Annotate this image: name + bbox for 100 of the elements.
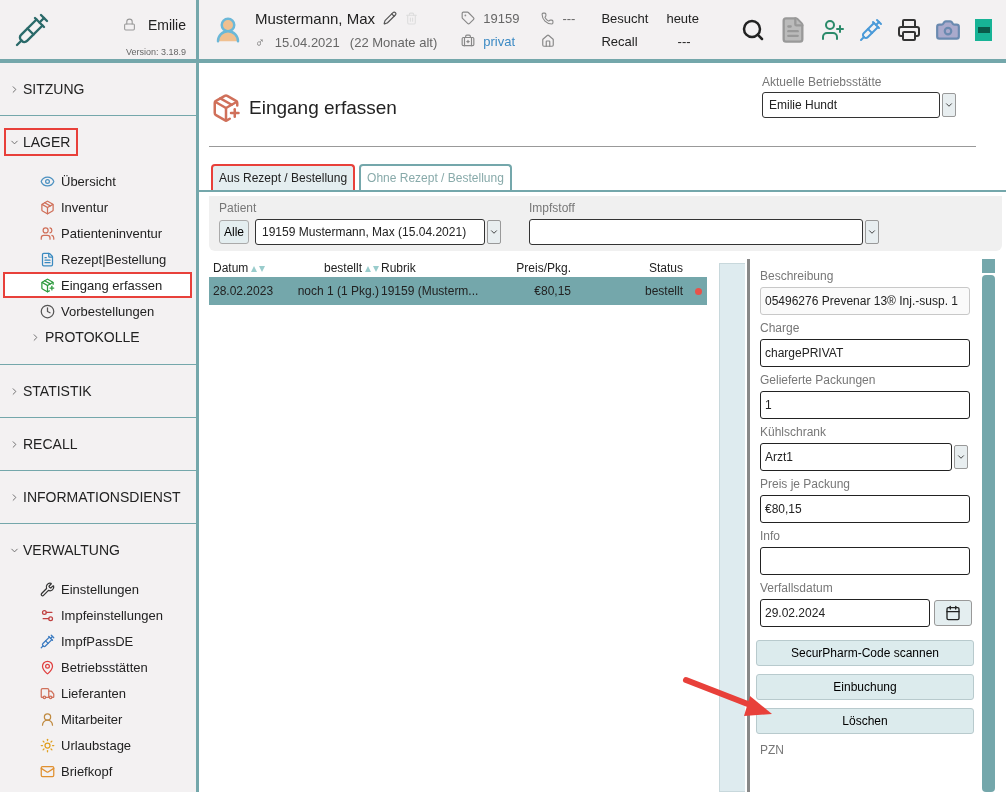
scrollbar[interactable]	[982, 259, 995, 792]
page-title: Eingang erfassen	[249, 97, 397, 119]
action-button[interactable]: SecurPharm-Code scannen	[756, 640, 974, 666]
patient-select[interactable]: 19159 Mustermann, Max (15.04.2021)	[255, 219, 485, 245]
column-header: Status	[647, 261, 684, 275]
column-header[interactable]: Datum	[213, 261, 285, 275]
input-field[interactable]: €80,15	[760, 495, 970, 523]
section-toggle[interactable]: RECALL	[4, 430, 86, 458]
menu-item[interactable]: Betriebsstätten	[3, 654, 192, 680]
truck-icon	[40, 685, 55, 701]
insurance-label: privat	[483, 33, 516, 49]
location-select[interactable]: Emilie Hundt	[762, 92, 940, 118]
phone-icon	[541, 12, 555, 25]
all-button[interactable]: Alle	[219, 220, 249, 244]
column-header: Rubrik	[381, 261, 417, 275]
field-label: Gelieferte Packungen	[760, 373, 877, 387]
field-label: Beschreibung	[760, 269, 835, 283]
menu-item[interactable]: Lieferanten	[3, 680, 192, 706]
dropdown-button[interactable]	[954, 445, 968, 469]
dropdown-button[interactable]	[865, 220, 879, 244]
visited-label: Besucht	[601, 10, 649, 26]
dropdown-button[interactable]	[487, 220, 501, 244]
sort-icon	[251, 264, 266, 272]
eye-icon	[40, 173, 55, 189]
vaccine-label: Impfstoff	[529, 201, 576, 215]
section-toggle[interactable]: INFORMATIONSDIENST	[4, 483, 189, 511]
search-icon[interactable]	[741, 17, 765, 42]
phone-number: ---	[562, 11, 576, 26]
action-button[interactable]: Einbuchung	[756, 674, 974, 700]
menu-item[interactable]: Impfeinstellungen	[3, 602, 192, 628]
recall-value: ---	[677, 33, 691, 49]
input-field[interactable]	[760, 547, 970, 575]
select-field[interactable]: Arzt1	[760, 443, 952, 471]
caret-icon	[867, 227, 877, 237]
field-label: Kühlschrank	[760, 425, 828, 439]
dropdown-button[interactable]	[942, 93, 956, 117]
input-field[interactable]: 1	[760, 391, 970, 419]
table-cell-text: noch 1 (1 Pkg.)	[296, 284, 380, 298]
box-icon	[40, 199, 55, 215]
vaccine-select[interactable]	[529, 219, 863, 245]
location-label: Aktuelle Betriebsstätte	[762, 75, 883, 89]
field-label: Preis je Packung	[760, 477, 852, 491]
document-icon	[40, 251, 55, 267]
section-toggle[interactable]: LAGER	[4, 128, 79, 156]
caret-icon	[944, 100, 954, 110]
edit-icon[interactable]	[383, 11, 398, 25]
pin-icon	[40, 659, 55, 675]
box-icon	[211, 93, 241, 123]
menu-item[interactable]: ImpfPassDE	[3, 628, 192, 654]
syringe-icon[interactable]	[859, 17, 883, 42]
menu-item[interactable]: Urlaubstage	[3, 732, 192, 758]
menu-item[interactable]: Mitarbeiter	[3, 706, 192, 732]
version-label: Version: 3.18.9	[125, 47, 186, 57]
column-header: Preis/Pkg.	[515, 261, 572, 275]
section-toggle[interactable]: SITZUNG	[4, 75, 93, 103]
menu-item[interactable]: Patienteninventur	[3, 220, 192, 246]
syringe-logo	[14, 11, 50, 48]
table-cell-text: bestellt	[643, 284, 684, 298]
menu-item[interactable]: Inventur	[3, 194, 192, 220]
table-cell-text: 28.02.2023	[213, 284, 275, 298]
table-row[interactable]: 28.02.2023 noch 1 (1 Pkg.) 19159 (Musterm... €80,15 bestellt	[209, 277, 707, 305]
field-label: Verfallsdatum	[760, 581, 834, 595]
visited-value: heute	[666, 10, 699, 26]
menu-item[interactable]: Eingang erfassen	[3, 272, 192, 298]
patient-label: Patient	[219, 201, 258, 215]
medical-case-icon	[461, 34, 476, 48]
menu-item[interactable]: Vorbestellungen	[3, 298, 192, 324]
field-label: PZN	[760, 743, 785, 757]
input-field[interactable]: 05496276 Prevenar 13® Inj.-susp. 1	[760, 287, 970, 315]
recall-label: Recall	[601, 33, 638, 49]
section-toggle[interactable]: STATISTIK	[4, 377, 100, 405]
sort-icon	[365, 264, 379, 272]
calendar-icon	[945, 605, 961, 621]
date-field[interactable]: 29.02.2024	[760, 599, 930, 627]
gender-symbol: ♂	[255, 34, 265, 50]
section-toggle[interactable]: VERWALTUNG	[4, 536, 128, 564]
caret-icon	[956, 452, 966, 462]
age-label: (22 Monate alt)	[349, 34, 438, 50]
add-user-icon[interactable]	[821, 17, 845, 42]
printer-icon[interactable]	[897, 17, 921, 42]
patient-name: Mustermann, Max	[255, 9, 376, 27]
caret-icon	[489, 227, 499, 237]
calendar-button[interactable]	[934, 600, 972, 626]
clock-icon	[40, 303, 55, 319]
table-cell-text: 19159 (Musterm...	[381, 284, 480, 298]
menu-item[interactable]: Übersicht	[3, 168, 192, 194]
user-name: Emilie	[147, 16, 186, 33]
tools-icon	[40, 581, 55, 597]
input-field[interactable]: chargePRIVAT	[760, 339, 970, 367]
table-cell-text: €80,15	[533, 284, 572, 298]
patient-number: 19159	[483, 10, 520, 26]
menu-item[interactable]: Briefkopf	[3, 758, 192, 784]
menu-item[interactable]: Rezept|Bestellung	[3, 246, 192, 272]
subsection-toggle[interactable]: PROTOKOLLE	[30, 329, 140, 345]
menu-item[interactable]: Einstellungen	[3, 576, 192, 602]
column-header[interactable]: bestellt	[285, 261, 381, 275]
settings-icon	[40, 607, 55, 623]
lock-icon	[122, 18, 136, 31]
action-button[interactable]: Löschen	[756, 708, 974, 734]
tab[interactable]: Aus Rezept / Bestellung	[211, 164, 356, 190]
